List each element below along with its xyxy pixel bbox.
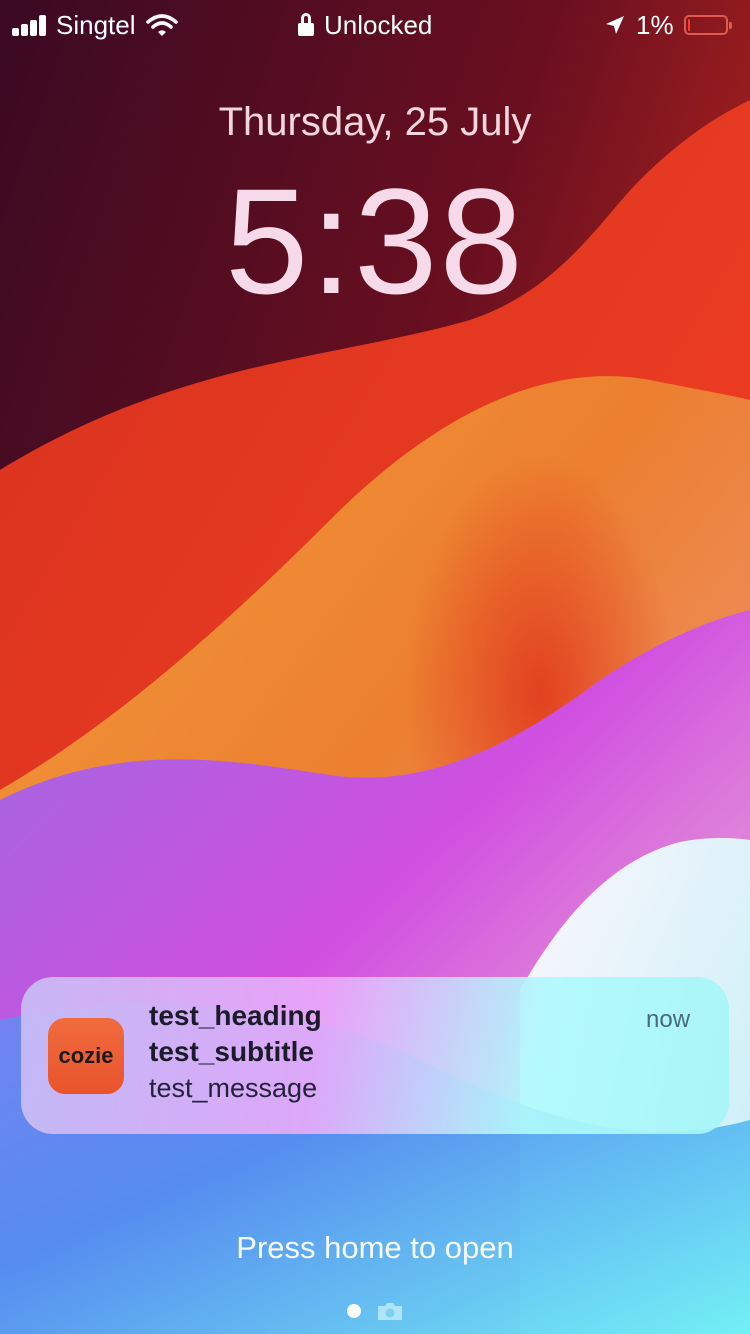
lock-date: Thursday, 25 July <box>218 100 532 144</box>
battery-fill <box>687 19 690 31</box>
carrier-name: Singtel <box>56 9 136 40</box>
notification-heading: test_heading <box>149 1000 322 1031</box>
status-bar: Singtel Unlocked 1% <box>0 0 750 50</box>
location-arrow-icon <box>606 16 624 34</box>
notification-subtitle: test_subtitle <box>149 1036 314 1067</box>
lock-icon <box>298 13 316 37</box>
status-left: Singtel <box>12 8 178 42</box>
camera-icon[interactable] <box>377 1301 403 1321</box>
notification-card[interactable]: cozie test_heading test_subtitle test_me… <box>21 977 729 1134</box>
cellular-signal-icon <box>12 14 48 36</box>
notification-time: now <box>646 1006 691 1033</box>
lock-status-label: Unlocked <box>324 9 433 40</box>
cozie-app-icon: cozie <box>48 1018 124 1094</box>
battery-percent: 1% <box>636 9 674 40</box>
battery-icon <box>683 15 732 35</box>
lock-screen: Singtel Unlocked 1% Thursday, 25 July 5:… <box>0 0 750 1334</box>
press-home-hint: Press home to open <box>236 1230 514 1265</box>
status-right: 1% <box>604 8 732 42</box>
page-dot-icon <box>347 1304 361 1318</box>
lock-status: Unlocked <box>298 8 432 42</box>
notification-message: test_message <box>149 1073 318 1103</box>
wifi-icon <box>145 14 178 36</box>
lock-clock: 5:38 <box>225 157 525 325</box>
notification-background <box>21 977 729 1134</box>
